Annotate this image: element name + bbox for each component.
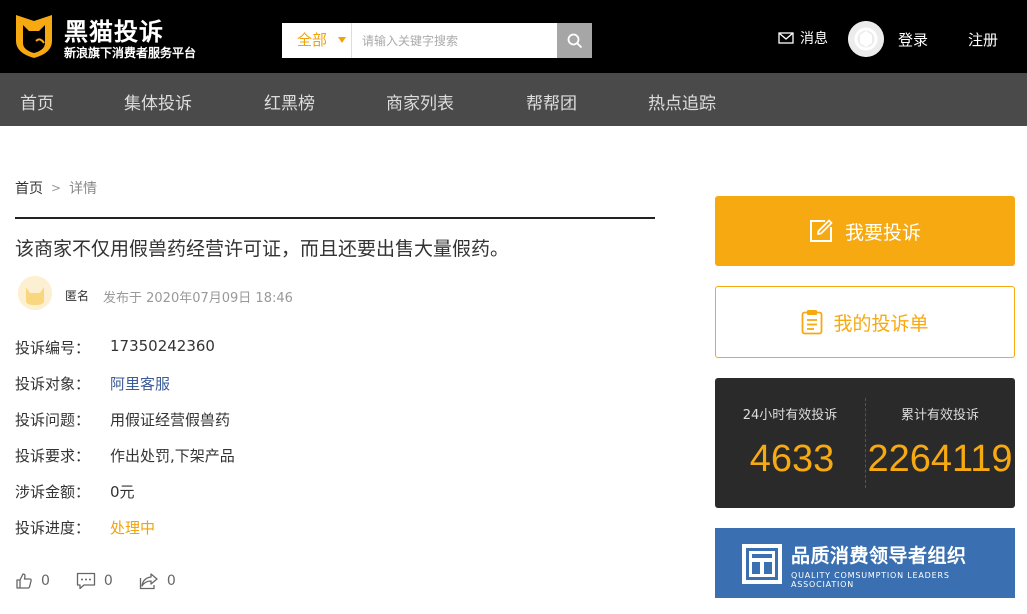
register-link[interactable]: 注册 (968, 29, 998, 50)
search-box: 全部 (282, 23, 592, 58)
action-bar: 0 0 0 (15, 572, 202, 590)
stat-24h-label: 24小时有效投诉 (742, 408, 838, 423)
breadcrumb-home[interactable]: 首页 (15, 178, 43, 198)
author-name: 匿名 (65, 289, 90, 303)
main-nav: 首页 集体投诉 红黑榜 商家列表 帮帮团 热点追踪 (0, 73, 1027, 126)
merchant-link[interactable]: 阿里客服 (110, 373, 170, 394)
nav-item-home[interactable]: 首页 (20, 89, 54, 114)
complaint-title: 该商家不仅用假兽药经营许可证，而且还要出售大量假药。 (15, 238, 510, 260)
nav-item-help-group[interactable]: 帮帮团 (526, 89, 577, 114)
top-bar: 黑猫投诉 新浪旗下消费者服务平台 全部 消息 登录 注册 (0, 0, 1027, 73)
status-badge: 处理中 (110, 519, 156, 537)
my-complaints-label: 我的投诉单 (833, 312, 929, 335)
field-row-amount: 涉诉金额： 0元 (15, 481, 135, 502)
nav-item-red-black-list[interactable]: 红黑榜 (264, 89, 315, 114)
logo-subtitle: 新浪旗下消费者服务平台 (64, 46, 197, 60)
publish-date: 发布于 2020年07月09日 18:46 (103, 291, 293, 306)
field-label: 涉诉金额： (15, 483, 91, 501)
field-row-complaint-target: 投诉对象： 阿里客服 (15, 373, 170, 394)
share-button[interactable]: 0 (139, 572, 176, 590)
field-label: 投诉问题： (15, 411, 91, 429)
stat-total-label: 累计有效投诉 (900, 408, 979, 423)
breadcrumb-separator: > (51, 181, 62, 195)
search-button[interactable] (557, 23, 592, 58)
logo-title[interactable]: 黑猫投诉 (64, 12, 164, 47)
comment-button[interactable]: 0 (76, 572, 113, 590)
share-icon (139, 573, 158, 590)
field-value: 17350242360 (110, 337, 215, 355)
messages-link[interactable]: 消息 (778, 28, 828, 48)
banner-title: 品质消费领导者组织 (791, 545, 967, 567)
field-label: 投诉对象： (15, 375, 91, 393)
search-input[interactable] (353, 23, 557, 58)
field-label: 投诉要求： (15, 447, 91, 465)
caret-down-icon (338, 37, 346, 43)
comment-icon (76, 572, 96, 590)
search-icon (567, 33, 582, 48)
breadcrumb: 首页 > 详情 (15, 178, 97, 198)
thumbs-up-icon (16, 573, 32, 589)
black-cat-logo-icon[interactable] (14, 13, 54, 59)
breadcrumb-current: 详情 (69, 181, 98, 197)
search-category-label: 全部 (297, 31, 328, 49)
file-complaint-button[interactable]: 我要投诉 (715, 196, 1015, 266)
user-avatar[interactable] (848, 21, 884, 57)
nav-item-merchants[interactable]: 商家列表 (386, 89, 454, 114)
envelope-icon (778, 32, 794, 44)
like-count: 0 (41, 573, 50, 589)
login-link[interactable]: 登录 (898, 29, 928, 50)
file-complaint-label: 我要投诉 (844, 221, 921, 244)
field-row-progress: 投诉进度： 处理中 (15, 517, 155, 538)
messages-label: 消息 (800, 31, 828, 47)
quality-association-banner[interactable]: 品质消费领导者组织 QUALITY COMSUMPTION LEADERS AS… (715, 528, 1015, 598)
stat-24h-value: 4633 (749, 438, 835, 480)
author-avatar (18, 276, 52, 310)
complaint-stats-panel: 24小时有效投诉 4633 累计有效投诉 2264119 (715, 378, 1015, 508)
my-complaints-button[interactable]: 我的投诉单 (715, 286, 1015, 358)
share-count: 0 (166, 573, 176, 589)
section-divider (15, 217, 655, 219)
association-logo-icon (741, 543, 783, 585)
field-value: 0元 (110, 483, 135, 501)
field-value: 作出处罚,下架产品 (110, 447, 235, 465)
field-value: 用假证经营假兽药 (110, 411, 231, 429)
cat-face-icon (18, 276, 52, 310)
field-row-complaint-issue: 投诉问题： 用假证经营假兽药 (15, 409, 230, 430)
edit-icon (809, 219, 833, 242)
search-category-select[interactable]: 全部 (282, 23, 352, 58)
banner-subtitle: QUALITY COMSUMPTION LEADERS ASSOCIATION (791, 571, 950, 589)
stat-total-value: 2264119 (867, 438, 1013, 480)
field-row-complaint-request: 投诉要求： 作出处罚,下架产品 (15, 445, 235, 466)
clipboard-icon (802, 310, 823, 335)
field-label: 投诉进度： (15, 519, 91, 537)
nav-item-hot-tracking[interactable]: 热点追踪 (648, 89, 716, 114)
field-row-complaint-number: 投诉编号： 17350242360 (15, 337, 215, 358)
nav-item-group-complaints[interactable]: 集体投诉 (124, 89, 192, 114)
like-button[interactable]: 0 (15, 572, 50, 590)
comment-count: 0 (103, 573, 113, 589)
field-label: 投诉编号： (15, 339, 91, 357)
